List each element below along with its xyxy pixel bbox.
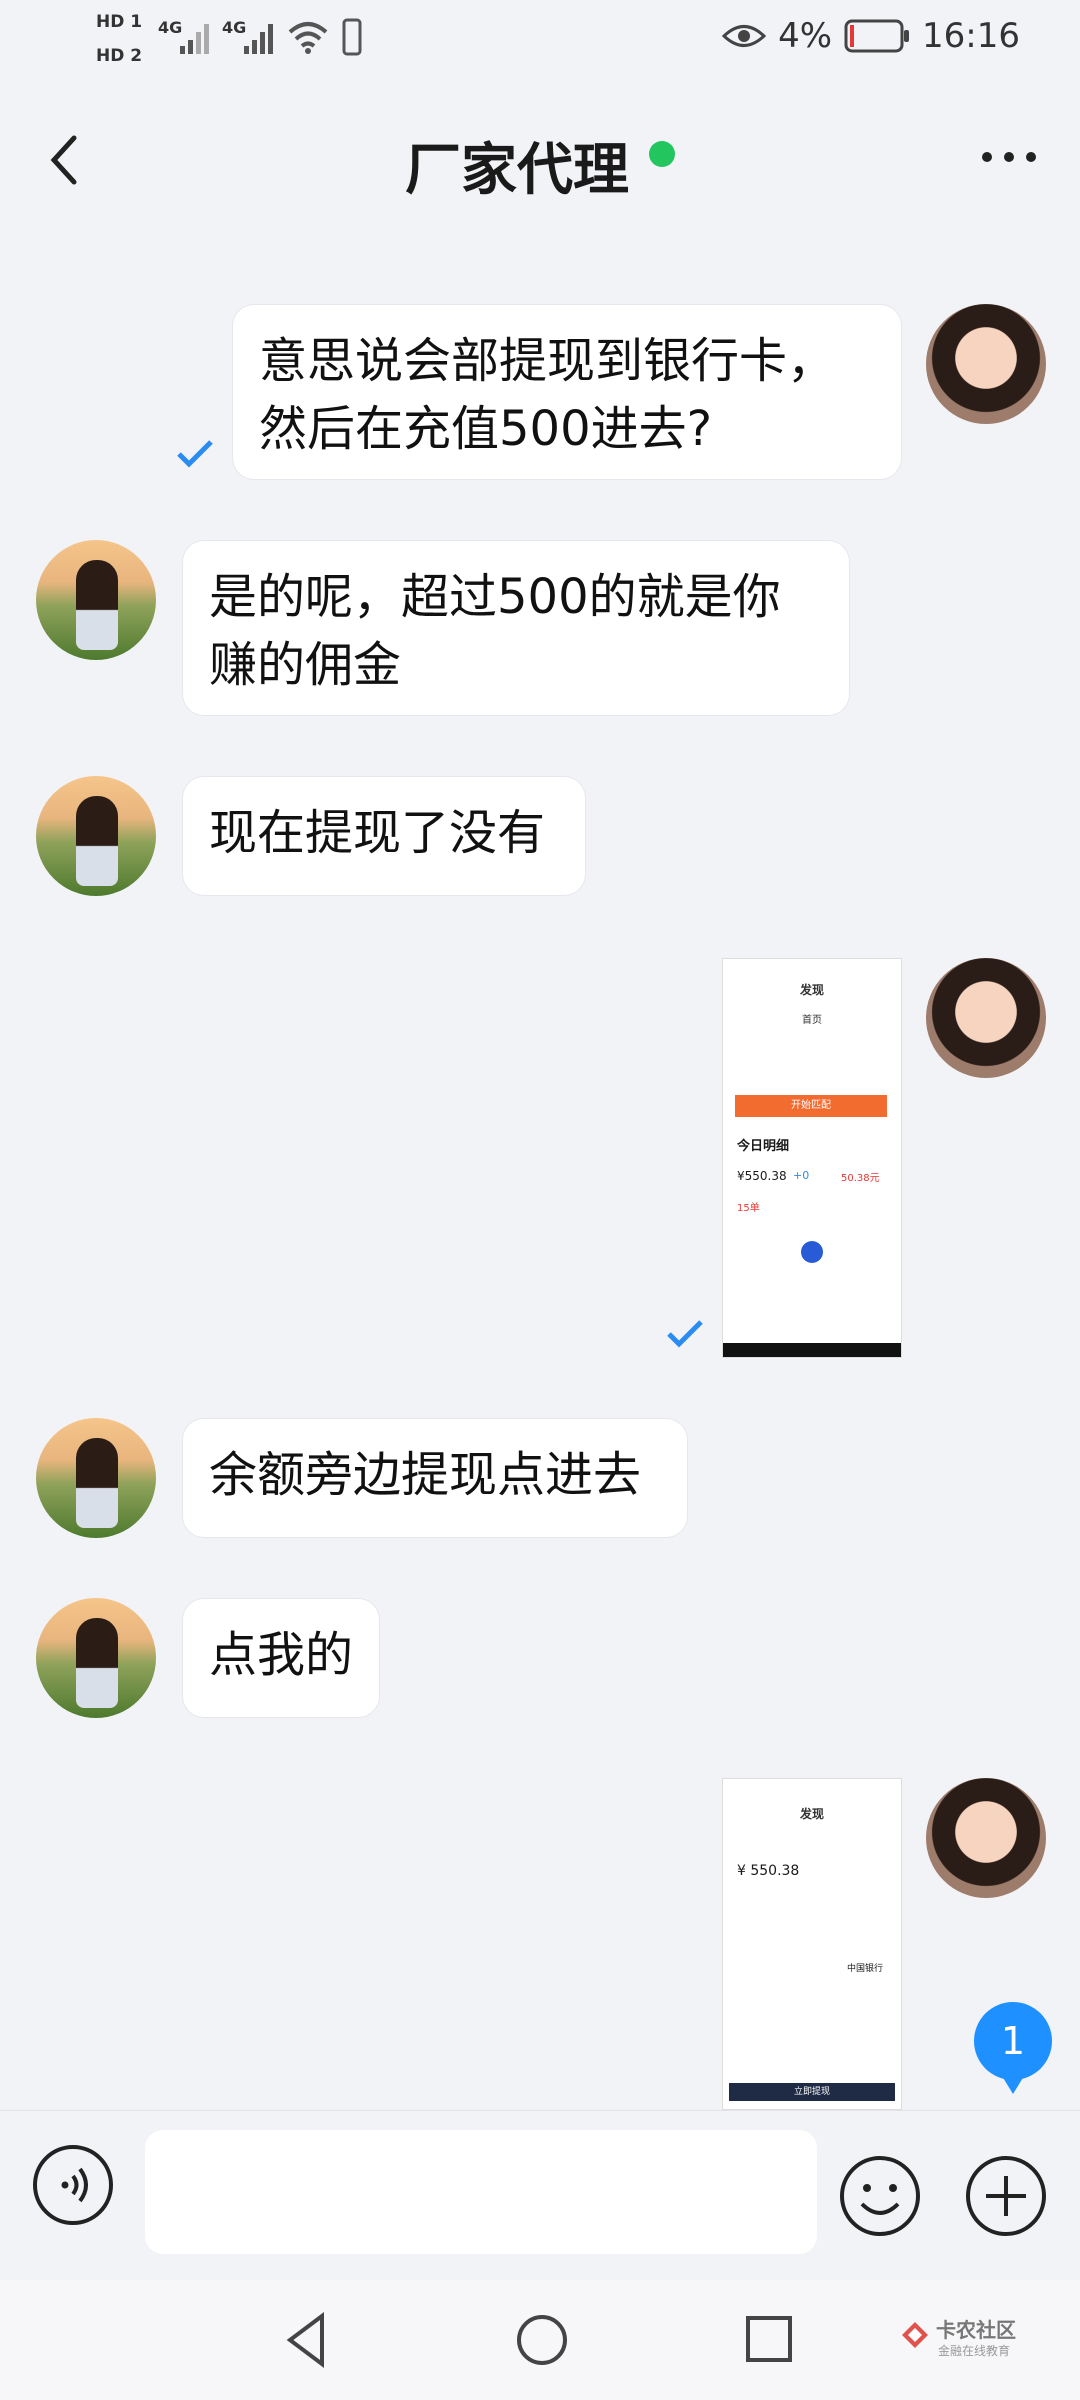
avatar-contact[interactable] — [36, 540, 156, 660]
image-title: 发现 — [799, 983, 824, 997]
image-red-amount: 50.38元 — [841, 1173, 880, 1184]
image-bank: 中国银行 — [847, 1964, 884, 1974]
message-input[interactable] — [145, 2130, 817, 2254]
image-section: 今日明细 — [737, 1139, 790, 1154]
image-plus: +0 — [793, 1169, 810, 1182]
status-right: 4% 16:16 — [722, 16, 1020, 56]
image-button: 立即提现 — [729, 2083, 895, 2101]
avatar-contact[interactable] — [36, 1418, 156, 1538]
clock: 16:16 — [922, 16, 1020, 56]
more-dots-icon — [982, 152, 992, 162]
message-bubble-contact[interactable]: 余额旁边提现点进去 — [182, 1418, 688, 1538]
add-button[interactable] — [964, 2154, 1048, 2238]
message-bubble-contact[interactable]: 是的呢，超过500的就是你 赚的佣金 — [182, 540, 850, 716]
message-text: 意思说会部提现到银行卡， — [259, 333, 836, 389]
contact-name: 厂家代理 — [405, 138, 629, 203]
unread-badge[interactable]: 1 — [974, 2002, 1052, 2094]
circle-home-icon — [517, 2315, 567, 2365]
signal2-icon — [244, 24, 273, 54]
message-text: 是的呢，超过500的就是你 — [209, 569, 781, 625]
emoji-icon — [840, 2156, 920, 2236]
more-button[interactable] — [982, 152, 1036, 162]
chat-title: 厂家代理 — [0, 125, 1080, 206]
sim1-label: HD 1 — [96, 12, 143, 32]
wifi-icon — [288, 22, 328, 54]
watermark-logo — [900, 2320, 930, 2350]
image-title: 发现 — [799, 1807, 824, 1821]
read-check-icon — [667, 1320, 703, 1348]
phone-icon — [342, 18, 362, 56]
image-amount: ¥ 550.38 — [737, 1863, 800, 1879]
nav-recent-button[interactable] — [744, 2314, 796, 2366]
image-message[interactable]: 发现 首页 开始匹配 今日明细 ¥550.38 +0 50.38元 15单 — [722, 958, 902, 1358]
message-text: 赚的佣金 — [209, 637, 402, 693]
avatar-contact[interactable] — [36, 776, 156, 896]
status-bar: HD 1 HD 2 4G 4G 4% 16:16 — [0, 0, 1080, 80]
square-recent-icon — [746, 2316, 792, 2362]
read-check-icon — [177, 440, 213, 468]
emoji-button[interactable] — [838, 2154, 922, 2238]
triangle-back-icon — [286, 2312, 324, 2368]
nav-home-button[interactable] — [514, 2312, 570, 2368]
avatar-self[interactable] — [926, 304, 1046, 424]
nav-back-button[interactable] — [282, 2310, 332, 2370]
image-tab: 首页 — [802, 1015, 822, 1026]
watermark-subtitle: 金融在线教育 — [938, 2344, 1011, 2358]
battery-percent: 4% — [778, 16, 833, 56]
avatar-self[interactable] — [926, 958, 1046, 1078]
watermark-title: 卡农社区 — [936, 2318, 1016, 2342]
message-text: 现在提现了没有 — [209, 805, 546, 861]
avatar-self[interactable] — [926, 1778, 1046, 1898]
image-amount: ¥550.38 — [737, 1169, 787, 1183]
online-status-dot — [649, 140, 675, 167]
avatar-contact[interactable] — [36, 1598, 156, 1718]
message-bubble-contact[interactable]: 现在提现了没有 — [182, 776, 586, 896]
message-text: 余额旁边提现点进去 — [209, 1447, 642, 1503]
eye-icon — [722, 25, 767, 47]
image-button: 开始匹配 — [735, 1095, 887, 1117]
sim2-label: HD 2 — [96, 46, 143, 66]
image-message[interactable]: 发现 ¥ 550.38 中国银行 立即提现 — [722, 1778, 902, 2110]
voice-icon — [33, 2145, 113, 2225]
battery-icon — [844, 19, 910, 53]
message-bubble-self[interactable]: 意思说会部提现到银行卡， 然后在充值500进去? — [232, 304, 902, 480]
message-bubble-contact[interactable]: 点我的 — [182, 1598, 380, 1718]
voice-button[interactable] — [32, 2144, 114, 2226]
message-text: 点我的 — [209, 1627, 354, 1683]
image-count: 15单 — [737, 1203, 760, 1214]
message-text: 然后在充值500进去? — [259, 401, 713, 457]
signal1-icon — [180, 24, 209, 54]
